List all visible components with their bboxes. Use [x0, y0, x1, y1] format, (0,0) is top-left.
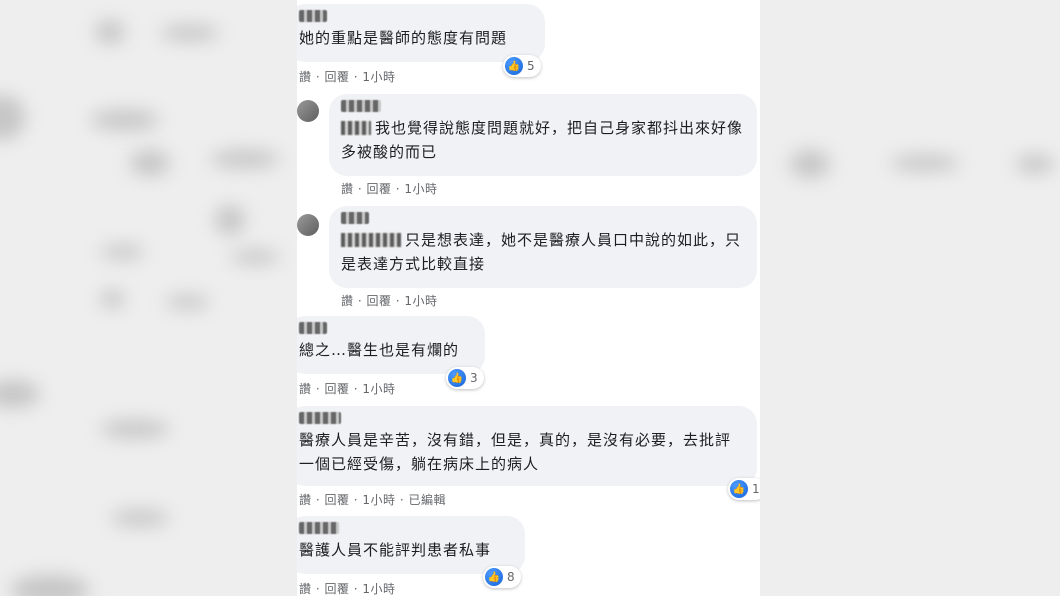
commenter-name-redacted	[299, 10, 327, 22]
comment-actions[interactable]: 讚 · 回覆 · 1小時	[341, 292, 438, 309]
comment-text: 總之…醫生也是有爛的	[299, 341, 460, 359]
comment-bubble: 她的重點是醫師的態度有問題	[297, 4, 545, 62]
comment-text: 只是想表達，她不是醫療人員口中說的如此，只是表達方式比較直接	[341, 231, 742, 273]
reaction-count[interactable]: 👍 8	[483, 566, 521, 588]
commenter-name-redacted	[299, 412, 341, 424]
comment-actions[interactable]: 讚 · 回覆 · 1小時	[299, 580, 396, 596]
commenter-name-redacted	[299, 322, 327, 334]
comment-text: 她的重點是醫師的態度有問題	[299, 29, 508, 47]
thumbs-up-icon: 👍	[485, 568, 503, 586]
comments-screenshot: 她的重點是醫師的態度有問題 👍 5 讚 · 回覆 · 1小時 我也覺得說態度問題…	[297, 0, 760, 596]
comment-actions[interactable]: 讚 · 回覆 · 1小時	[299, 380, 396, 397]
reaction-count[interactable]: 👍 5	[503, 55, 541, 77]
thumbs-up-icon: 👍	[730, 480, 748, 498]
avatar[interactable]	[297, 214, 319, 236]
redacted-mention	[341, 121, 371, 135]
reaction-count[interactable]: 👍 1	[728, 478, 760, 500]
comment-actions[interactable]: 讚 · 回覆 · 1小時	[299, 68, 396, 85]
comment-bubble: 總之…醫生也是有爛的	[297, 316, 485, 374]
thumbs-up-icon: 👍	[448, 369, 466, 387]
comment-bubble: 我也覺得說態度問題就好，把自己身家都抖出來好像多被酸的而已	[329, 94, 757, 176]
comment-text: 醫護人員不能評判患者私事	[299, 541, 492, 559]
blurred-background-right	[760, 0, 1060, 596]
commenter-name-redacted	[299, 522, 339, 534]
redacted-mention	[341, 233, 401, 247]
commenter-name-redacted	[341, 100, 381, 112]
comment-actions[interactable]: 讚 · 回覆 · 1小時 · 已編輯	[299, 491, 446, 508]
comment-bubble: 醫療人員是辛苦，沒有錯，但是，真的，是沒有必要，去批評一個已經受傷，躺在病床上的…	[297, 406, 757, 486]
comment-text: 醫療人員是辛苦，沒有錯，但是，真的，是沒有必要，去批評一個已經受傷，躺在病床上的…	[299, 431, 732, 473]
reaction-count[interactable]: 👍 3	[446, 367, 484, 389]
comment-text: 我也覺得說態度問題就好，把自己身家都抖出來好像多被酸的而已	[341, 119, 744, 161]
comment-actions[interactable]: 讚 · 回覆 · 1小時	[341, 180, 438, 197]
blurred-background-left	[0, 0, 297, 596]
comment-bubble: 只是想表達，她不是醫療人員口中說的如此，只是表達方式比較直接	[329, 206, 757, 288]
thumbs-up-icon: 👍	[505, 57, 523, 75]
avatar[interactable]	[297, 100, 319, 122]
commenter-name-redacted	[341, 212, 369, 224]
